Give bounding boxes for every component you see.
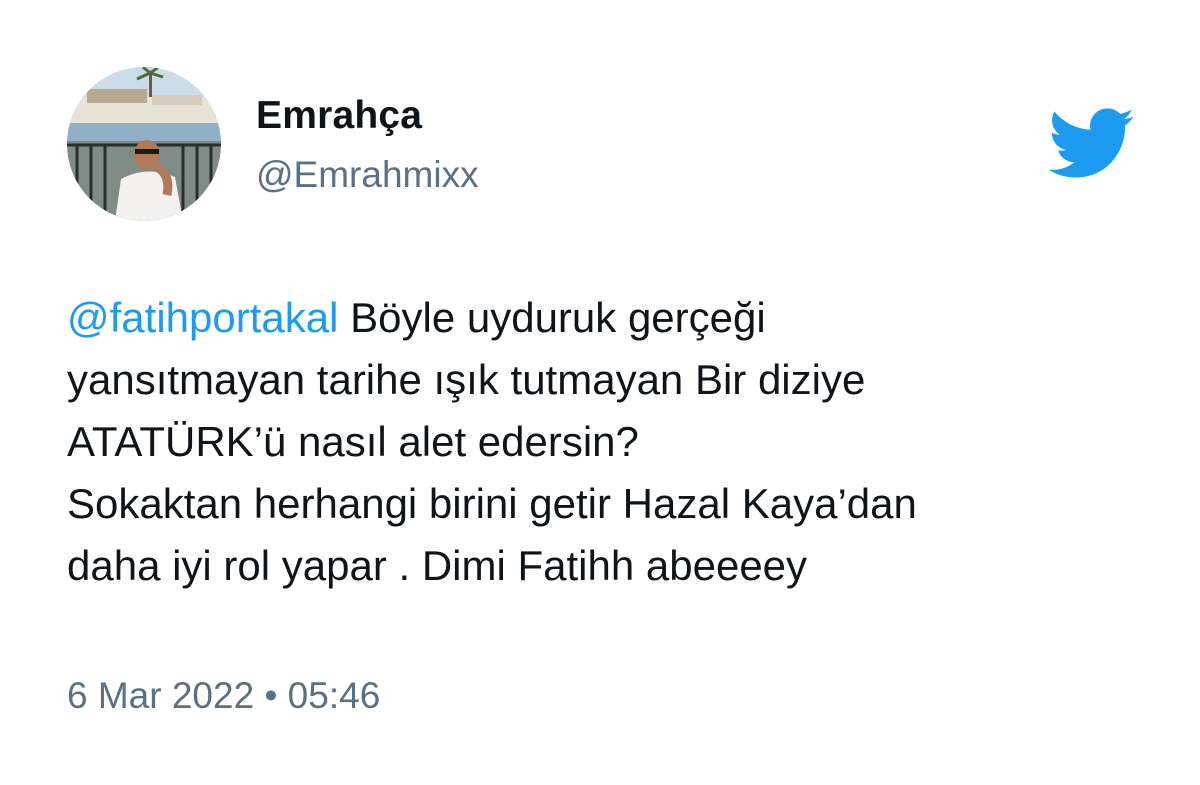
tweet-text: @fatihportakal Böyle uyduruk gerçeği yan… <box>67 287 1147 597</box>
tweet-card: Emrahça @Emrahmixx @fatihportakal Böyle … <box>0 0 1200 785</box>
tweet-timestamp[interactable]: 6 Mar 2022 • 05:46 <box>67 675 380 717</box>
tweet-line-1: @fatihportakal Böyle uyduruk gerçeği <box>67 287 1147 349</box>
twitter-bird-icon[interactable] <box>1045 104 1135 182</box>
tweet-line-4: Sokaktan herhangi birini getir Hazal Kay… <box>67 480 917 527</box>
user-handle[interactable]: @Emrahmixx <box>256 154 479 196</box>
tweet-line-3: ATATÜRK’ü nasıl alet edersin? <box>67 418 639 465</box>
tweet-line-2: yansıtmayan tarihe ışık tutmayan Bir diz… <box>67 356 866 403</box>
mention-link[interactable]: @fatihportakal <box>67 294 338 341</box>
avatar-photo <box>67 67 221 221</box>
tweet-text-segment: Böyle uyduruk gerçeği <box>338 294 766 341</box>
display-name[interactable]: Emrahça <box>256 94 422 138</box>
avatar[interactable] <box>67 67 221 221</box>
tweet-line-5: daha iyi rol yapar . Dimi Fatihh abeeeey <box>67 542 808 589</box>
